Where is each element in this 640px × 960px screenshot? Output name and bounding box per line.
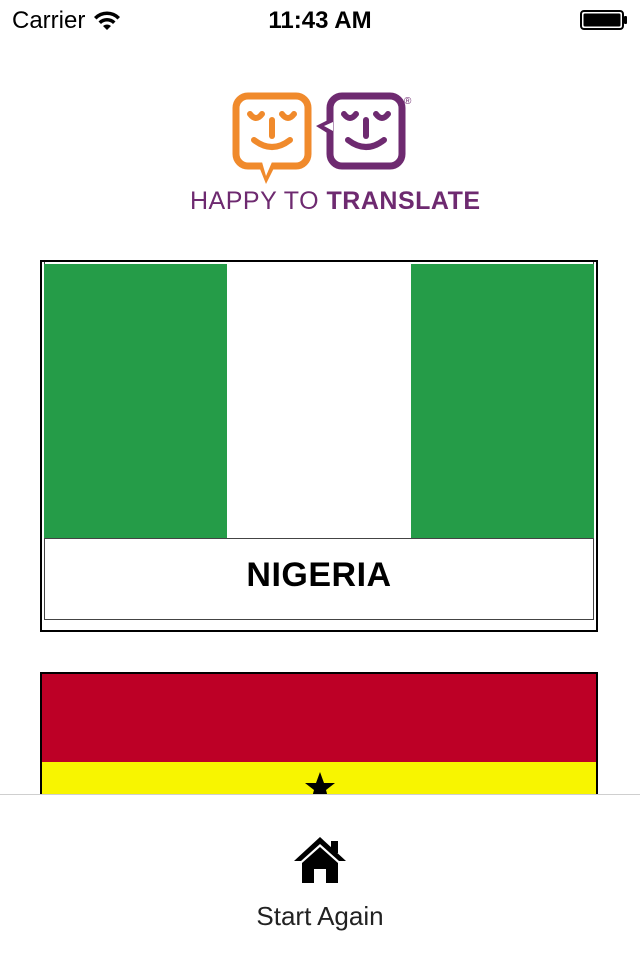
home-icon	[294, 837, 346, 883]
battery-icon	[580, 10, 627, 30]
nigeria-flag	[44, 264, 594, 538]
logo-wordmark: HAPPY TO TRANSLATE	[190, 187, 480, 216]
star-icon	[305, 772, 335, 794]
country-name: NIGERIA	[246, 556, 392, 594]
logo-speech-bubbles-icon: ®	[232, 92, 412, 184]
logo-text-bold: TRANSLATE	[326, 187, 481, 215]
country-card-ghana[interactable]	[40, 672, 598, 794]
logo-text-light: HAPPY TO	[190, 187, 327, 215]
start-again-label: Start Again	[256, 901, 384, 931]
flag-band-green-left	[44, 264, 228, 538]
country-card-nigeria[interactable]: NIGERIA	[40, 260, 598, 632]
happy-to-translate-logo: ® HAPPY TO TRANSLATE	[190, 92, 480, 222]
trademark-mark: ®	[404, 96, 412, 107]
bottom-toolbar: Start Again	[0, 794, 640, 960]
flag-band-red	[42, 674, 596, 762]
status-bar: Carrier 11:43 AM	[0, 0, 640, 40]
app-screen: Carrier 11:43 AM ® HAPPY TO TRANSLATE NI…	[0, 0, 640, 960]
flag-band-white	[227, 264, 411, 538]
country-list[interactable]: NIGERIA	[0, 238, 640, 794]
start-again-button[interactable]: Start Again	[220, 831, 420, 941]
label-divider	[44, 538, 594, 539]
status-time: 11:43 AM	[268, 7, 372, 34]
flag-band-green-right	[410, 264, 594, 538]
